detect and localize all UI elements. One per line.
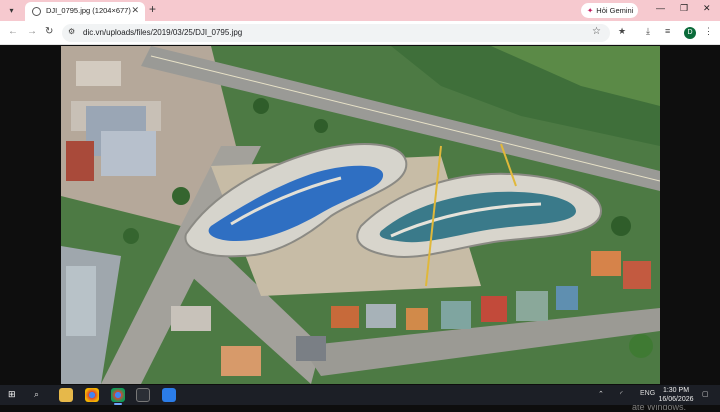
- globe-icon: [32, 7, 41, 16]
- os-taskbar: ⊞ ⌕ ⌃ ◜ ENG 1:30 PM 16/06/2026 ▢: [0, 385, 720, 405]
- reading-list-icon[interactable]: ≡: [665, 26, 670, 36]
- forward-icon[interactable]: →: [27, 26, 37, 37]
- chat-app-icon[interactable]: [162, 388, 176, 402]
- tab-title: DJI_0795.jpg (1204×677): [46, 6, 131, 15]
- bookmark-star-icon[interactable]: ☆: [592, 26, 601, 37]
- clock-time: 1:30 PM: [662, 387, 690, 394]
- notification-icon[interactable]: ▢: [702, 390, 709, 398]
- extensions-icon[interactable]: ★: [618, 26, 626, 37]
- chrome-active-icon[interactable]: [111, 388, 125, 405]
- close-icon[interactable]: ✕: [131, 5, 139, 16]
- wifi-icon[interactable]: ◜: [620, 390, 623, 398]
- chrome-icon[interactable]: [85, 388, 99, 402]
- reload-icon[interactable]: ↻: [45, 26, 53, 37]
- tab-active[interactable]: DJI_0795.jpg (1204×677) ✕: [25, 2, 145, 21]
- tray-chevron-icon[interactable]: ⌃: [598, 390, 604, 398]
- new-tab-icon[interactable]: +: [149, 2, 156, 16]
- site-info-icon[interactable]: ⚙: [68, 27, 75, 36]
- profile-avatar[interactable]: D: [684, 27, 696, 39]
- minimize-icon[interactable]: —: [656, 3, 665, 13]
- browser-toolbar: ← → ↻ ⚙ dic.vn/uploads/files/2019/03/25/…: [0, 21, 720, 45]
- image-viewer: ate Windows.: [0, 46, 720, 412]
- gemini-button[interactable]: ✦ Hỏi Gemini: [581, 3, 638, 18]
- app-window-icon[interactable]: [136, 388, 150, 402]
- system-clock[interactable]: 1:30 PM 16/06/2026: [656, 386, 696, 404]
- back-icon[interactable]: ←: [8, 26, 18, 37]
- sparkle-icon: ✦: [587, 6, 594, 15]
- restore-icon[interactable]: ❐: [680, 3, 688, 14]
- search-icon[interactable]: ⌕: [34, 389, 39, 400]
- address-bar[interactable]: ⚙ dic.vn/uploads/files/2019/03/25/DJI_07…: [62, 24, 610, 42]
- tab-search-icon[interactable]: ▾: [5, 4, 18, 17]
- file-explorer-icon[interactable]: [59, 388, 73, 402]
- download-icon[interactable]: ⤓: [646, 26, 650, 37]
- aerial-photo: [61, 46, 660, 384]
- language-indicator[interactable]: ENG: [640, 390, 655, 397]
- url-text[interactable]: dic.vn/uploads/files/2019/03/25/DJI_0795…: [83, 28, 242, 37]
- menu-icon[interactable]: ⋮: [704, 26, 713, 37]
- gemini-label: Hỏi Gemini: [596, 6, 634, 15]
- windows-start-icon[interactable]: ⊞: [8, 389, 16, 400]
- clock-date: 16/06/2026: [658, 396, 694, 403]
- window-close-icon[interactable]: ✕: [703, 3, 711, 14]
- tab-strip: ▾ DJI_0795.jpg (1204×677) ✕ + ✦ Hỏi Gemin…: [0, 0, 720, 21]
